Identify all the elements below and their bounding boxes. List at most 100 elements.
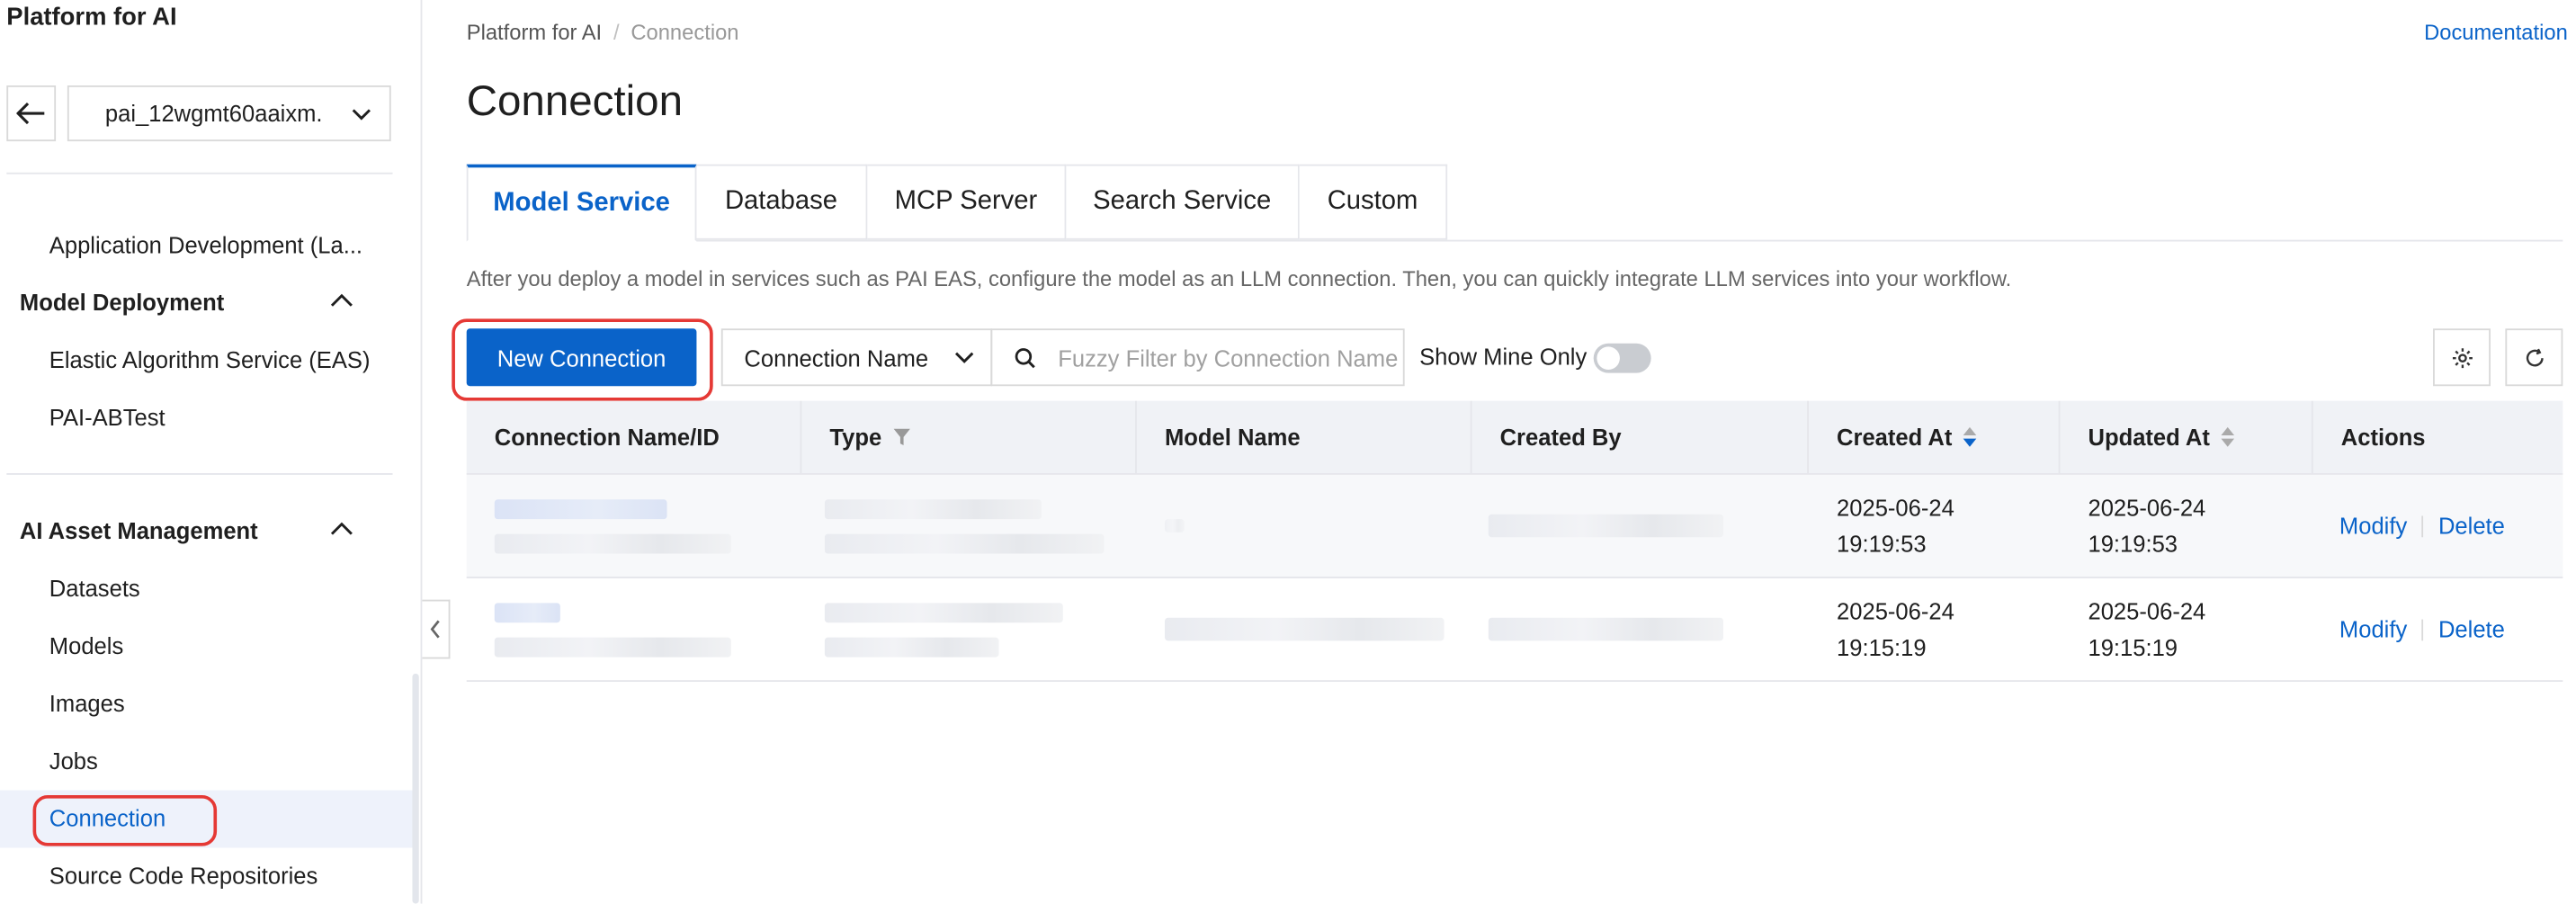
tab-bar: Model Service Database MCP Server Search… bbox=[466, 164, 1448, 242]
breadcrumb: Platform for AI / Connection bbox=[467, 20, 739, 44]
redacted-text bbox=[1164, 519, 1185, 533]
page-title: Connection bbox=[466, 76, 683, 125]
action-separator bbox=[2421, 515, 2424, 537]
modify-link[interactable]: Modify bbox=[2339, 507, 2407, 543]
column-header-actions: Actions bbox=[2340, 424, 2426, 451]
redacted-text bbox=[1488, 514, 1723, 538]
sidebar-item-images[interactable]: Images bbox=[49, 690, 125, 716]
delete-link[interactable]: Delete bbox=[2438, 507, 2505, 543]
sidebar-item-datasets[interactable]: Datasets bbox=[49, 575, 140, 601]
tab-mcp-server[interactable]: MCP Server bbox=[867, 164, 1067, 240]
cell-model-name bbox=[1137, 475, 1472, 577]
sidebar-item-pai-abtest[interactable]: PAI-ABTest bbox=[49, 404, 165, 430]
column-header-model-name: Model Name bbox=[1137, 400, 1472, 474]
modify-link[interactable]: Modify bbox=[2339, 611, 2407, 647]
breadcrumb-current: Connection bbox=[631, 19, 739, 45]
table-row: 2025-06-24 19:15:19 2025-06-24 19:15:19 … bbox=[466, 578, 2563, 682]
annotation-highlight bbox=[452, 318, 713, 401]
created-time: 19:19:53 bbox=[1837, 530, 1927, 558]
cell-actions: Modify Delete bbox=[2313, 475, 2563, 577]
main-content: Platform for AI / Connection Documentation… bbox=[452, 0, 2568, 904]
sidebar-item-models[interactable]: Models bbox=[49, 632, 123, 658]
documentation-link[interactable]: Documentation bbox=[2424, 20, 2568, 44]
toggle-knob bbox=[1597, 346, 1620, 370]
sidebar: Platform for AI pai_12wgmt60aaixm. Appli… bbox=[0, 0, 423, 904]
updated-time: 19:15:19 bbox=[2088, 634, 2178, 661]
search-icon bbox=[1015, 348, 1035, 369]
sidebar-item-jobs[interactable]: Jobs bbox=[49, 747, 98, 774]
tab-search-service[interactable]: Search Service bbox=[1066, 164, 1300, 240]
filter-icon[interactable] bbox=[891, 427, 911, 447]
cell-model-name bbox=[1137, 578, 1472, 680]
tab-model-service[interactable]: Model Service bbox=[466, 164, 697, 242]
column-header-updated-at-label: Updated At bbox=[2088, 424, 2210, 451]
breadcrumb-root[interactable]: Platform for AI bbox=[467, 20, 602, 44]
sidebar-item-source-code-repositories[interactable]: Source Code Repositories bbox=[49, 863, 318, 889]
app-title: Platform for AI bbox=[6, 3, 177, 31]
breadcrumb-separator: / bbox=[613, 19, 620, 45]
redacted-text bbox=[824, 533, 1105, 553]
cell-updated-at: 2025-06-24 19:19:53 bbox=[2060, 475, 2312, 577]
cell-actions: Modify Delete bbox=[2313, 578, 2563, 680]
redacted-text bbox=[824, 498, 1042, 519]
connections-table: Connection Name/ID Type Model Name Creat… bbox=[466, 400, 2563, 682]
column-header-updated-at[interactable]: Updated At bbox=[2060, 400, 2313, 474]
chevron-up-icon[interactable] bbox=[328, 291, 354, 310]
chevron-up-icon[interactable] bbox=[328, 519, 354, 539]
filter-field-select[interactable]: Connection Name bbox=[720, 328, 993, 387]
column-header-created-at-label: Created At bbox=[1837, 424, 1953, 451]
cell-type bbox=[801, 475, 1137, 577]
sidebar-group-ai-asset-management[interactable]: AI Asset Management bbox=[20, 517, 258, 543]
redacted-text bbox=[494, 602, 560, 622]
settings-button[interactable] bbox=[2433, 328, 2491, 387]
created-date: 2025-06-24 bbox=[1837, 597, 1954, 625]
cell-created-at: 2025-06-24 19:19:53 bbox=[1809, 475, 2060, 577]
updated-time: 19:19:53 bbox=[2088, 530, 2178, 558]
updated-date: 2025-06-24 bbox=[2088, 597, 2206, 625]
sidebar-collapse-button[interactable] bbox=[422, 599, 451, 659]
sidebar-group-model-deployment[interactable]: Model Deployment bbox=[20, 289, 224, 315]
app-root: Platform for AI pai_12wgmt60aaixm. Appli… bbox=[0, 0, 2576, 904]
sidebar-divider bbox=[6, 473, 393, 475]
sidebar-divider bbox=[6, 172, 393, 175]
updated-date: 2025-06-24 bbox=[2088, 494, 2206, 522]
refresh-button[interactable] bbox=[2505, 328, 2563, 387]
action-separator bbox=[2421, 618, 2424, 640]
cell-updated-at: 2025-06-24 19:15:19 bbox=[2060, 578, 2312, 680]
tab-database[interactable]: Database bbox=[696, 164, 868, 240]
arrow-left-icon bbox=[16, 102, 45, 125]
show-mine-toggle[interactable] bbox=[1593, 343, 1651, 373]
workspace-name: pai_12wgmt60aaixm. bbox=[104, 100, 323, 127]
column-header-type-label: Type bbox=[829, 424, 882, 451]
redacted-text bbox=[1164, 617, 1445, 641]
redacted-text bbox=[494, 636, 731, 657]
search-input[interactable]: Fuzzy Filter by Connection Name bbox=[990, 328, 1405, 387]
sidebar-item-application-development[interactable]: Application Development (La... bbox=[49, 232, 362, 258]
column-header-created-at[interactable]: Created At bbox=[1809, 400, 2061, 474]
cell-type bbox=[801, 578, 1137, 680]
back-button[interactable] bbox=[6, 85, 57, 142]
cell-connection-name bbox=[467, 475, 802, 577]
page-description: After you deploy a model in services suc… bbox=[466, 265, 2012, 291]
cell-created-by bbox=[1472, 578, 1809, 680]
sidebar-scrollbar[interactable] bbox=[412, 673, 419, 904]
tab-custom[interactable]: Custom bbox=[1299, 164, 1448, 240]
created-date: 2025-06-24 bbox=[1837, 494, 1954, 522]
annotation-highlight bbox=[32, 795, 218, 846]
redacted-text bbox=[824, 636, 999, 657]
cell-created-by bbox=[1472, 475, 1809, 577]
redacted-text bbox=[824, 602, 1063, 622]
refresh-icon bbox=[2525, 347, 2543, 366]
redacted-text bbox=[494, 533, 731, 553]
sidebar-item-eas[interactable]: Elastic Algorithm Service (EAS) bbox=[49, 346, 371, 372]
workspace-select[interactable]: pai_12wgmt60aaixm. bbox=[67, 85, 391, 142]
table-header: Connection Name/ID Type Model Name Creat… bbox=[466, 400, 2563, 475]
column-header-name: Connection Name/ID bbox=[467, 400, 802, 474]
sort-icon[interactable] bbox=[2220, 425, 2236, 449]
delete-link[interactable]: Delete bbox=[2438, 611, 2505, 647]
cell-created-at: 2025-06-24 19:15:19 bbox=[1809, 578, 2060, 680]
chevron-down-icon bbox=[352, 109, 371, 121]
sort-icon[interactable] bbox=[1962, 425, 1978, 449]
search-placeholder: Fuzzy Filter by Connection Name bbox=[1058, 344, 1399, 371]
gear-icon bbox=[2452, 347, 2472, 368]
